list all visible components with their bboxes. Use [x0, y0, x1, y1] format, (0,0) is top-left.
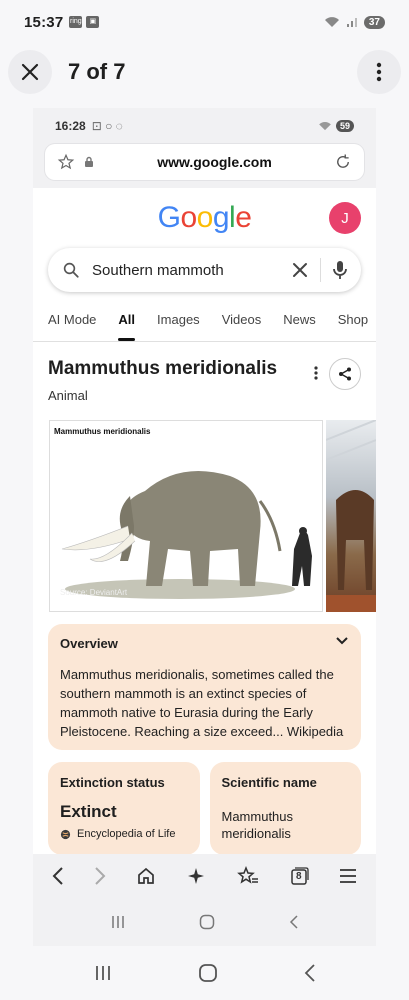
battery-indicator: 37	[363, 15, 385, 29]
inner-battery: 59	[335, 120, 354, 132]
recent-apps-icon	[112, 916, 124, 928]
bookmarks-icon[interactable]	[236, 866, 259, 886]
close-icon	[21, 63, 39, 81]
tabs-button[interactable]: 8	[289, 866, 309, 886]
inner-status-time: 16:28	[55, 119, 86, 133]
scientific-name-value: Mammuthus meridionalis	[222, 808, 350, 842]
fact-cards: Extinction status Extinct Encyclopedia o…	[48, 762, 361, 855]
url-bar-container: www.google.com	[33, 144, 376, 188]
inner-wifi-icon	[319, 121, 331, 131]
url-text: www.google.com	[157, 154, 272, 170]
viewer-title: 7 of 7	[68, 59, 126, 84]
microphone-icon[interactable]	[333, 260, 347, 280]
inner-navigation-bar	[33, 898, 376, 946]
scientific-name-label: Scientific name	[221, 775, 317, 790]
close-button[interactable]	[8, 50, 52, 94]
back-icon[interactable]	[52, 866, 64, 886]
inner-status-bar: 16:28 ⊡ ○ ◌ 59	[33, 108, 376, 144]
notification-icons: ring ▣	[69, 16, 100, 28]
google-logo[interactable]: Google	[158, 201, 252, 235]
overview-text: Mammuthus meridionalis, sometimes called…	[60, 665, 349, 741]
image-source: Source: DeviantArt	[60, 588, 128, 597]
system-navigation-bar	[0, 950, 409, 996]
reload-icon[interactable]	[334, 153, 352, 171]
wifi-icon	[324, 17, 339, 27]
recent-apps-icon[interactable]	[93, 964, 113, 982]
menu-icon[interactable]	[339, 868, 357, 884]
scientific-name-card[interactable]: Scientific name Mammuthus meridionalis	[209, 762, 361, 855]
search-icon	[63, 262, 79, 278]
google-header: Google J	[33, 188, 376, 248]
clear-icon[interactable]	[292, 262, 308, 278]
mammoth-image[interactable]: Mammuthus meridionalis Source: DeviantAr…	[49, 420, 323, 612]
extinction-source-text: Encyclopedia of Life	[77, 828, 176, 840]
more-options-button[interactable]	[357, 50, 401, 94]
search-divider	[320, 258, 321, 282]
skeleton-illustration	[326, 420, 376, 612]
ai-sparkle-icon[interactable]	[186, 866, 206, 886]
lock-icon	[85, 156, 93, 167]
share-button[interactable]	[329, 358, 361, 390]
bookmark-star-icon[interactable]	[57, 153, 75, 171]
extinction-status-label: Extinction status	[60, 775, 165, 790]
tab-all[interactable]: All	[118, 304, 135, 341]
globe-icon	[60, 829, 71, 839]
tab-shop[interactable]: Shop	[338, 304, 368, 341]
more-vert-icon	[376, 62, 382, 82]
overview-heading: Overview	[60, 636, 118, 651]
search-box[interactable]: Southern mammoth	[48, 248, 361, 292]
google-logo-letter: o	[180, 201, 197, 234]
tab-videos[interactable]: Videos	[222, 304, 262, 341]
extinction-status-value: Extinct	[60, 802, 117, 821]
google-logo-letter: o	[196, 201, 214, 234]
screenshot-preview: 16:28 ⊡ ○ ◌ 59 www.google.com Google J S…	[33, 108, 376, 946]
knowledge-panel-header: Mammuthus meridionalis Animal	[33, 342, 376, 412]
status-time: 15:37	[24, 13, 64, 31]
more-vert-icon[interactable]	[314, 366, 318, 380]
ring-app-icon: ring	[69, 16, 83, 28]
viewer-header: 7 of 7	[0, 48, 409, 96]
scientific-name-line1: Mammuthus	[221, 809, 294, 824]
signal-icon	[346, 18, 357, 27]
browser-toolbar: 8	[33, 854, 376, 898]
tab-ai-mode[interactable]: AI Mode	[48, 304, 96, 341]
gallery-notification-icon: ▣	[86, 16, 100, 28]
google-logo-letter: G	[157, 201, 181, 234]
forward-icon[interactable]	[94, 866, 106, 886]
extinction-status-card[interactable]: Extinction status Extinct Encyclopedia o…	[48, 762, 200, 855]
image-carousel: Mammuthus meridionalis Source: DeviantAr…	[33, 420, 376, 612]
home-nav-icon[interactable]	[198, 963, 218, 983]
search-query[interactable]: Southern mammoth	[92, 262, 292, 279]
inner-notification-icons: ⊡ ○ ◌	[91, 119, 123, 133]
url-bar[interactable]: www.google.com	[45, 144, 364, 180]
home-nav-icon	[200, 914, 215, 930]
inner-status-right: 59	[318, 120, 354, 132]
tab-count: 8	[295, 871, 302, 882]
knowledge-panel-subtitle: Animal	[48, 388, 88, 403]
tab-news[interactable]: News	[283, 304, 316, 341]
back-nav-icon	[290, 915, 298, 929]
search-tabs: AI Mode All Images Videos News Shop	[33, 304, 376, 342]
account-avatar[interactable]: J	[329, 202, 361, 234]
overview-source-link[interactable]: ... Wikipedia	[272, 724, 343, 739]
tab-images[interactable]: Images	[157, 304, 200, 341]
chevron-down-icon[interactable]	[335, 636, 349, 646]
share-icon	[339, 367, 351, 381]
google-logo-letter: e	[235, 201, 252, 234]
status-right: 37	[324, 15, 385, 29]
overview-header: Overview	[60, 636, 349, 651]
scientific-name-line2: meridionalis	[221, 826, 291, 841]
status-bar: 15:37 ring ▣ 37	[0, 0, 409, 44]
extinction-source: Encyclopedia of Life	[60, 828, 188, 840]
google-logo-letter: g	[212, 201, 230, 234]
overview-card[interactable]: Overview Mammuthus meridionalis, sometim…	[48, 624, 361, 750]
back-nav-icon[interactable]	[304, 963, 316, 983]
home-icon[interactable]	[136, 866, 156, 886]
museum-image[interactable]	[326, 420, 376, 612]
mammoth-illustration	[61, 471, 312, 599]
